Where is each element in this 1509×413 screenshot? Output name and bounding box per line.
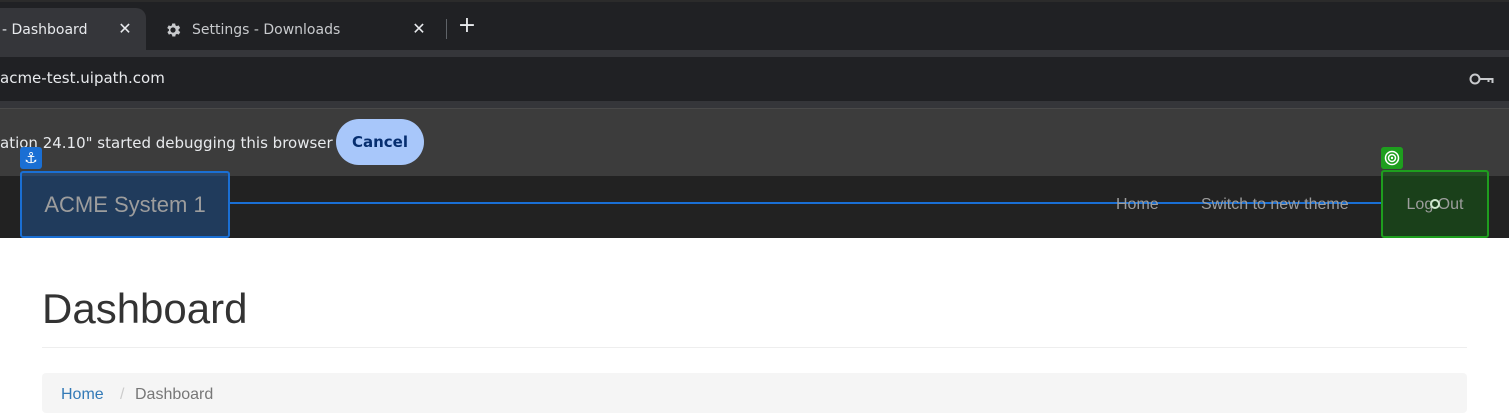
tab-divider [446, 19, 447, 39]
breadcrumb-current: Dashboard [135, 386, 214, 403]
breadcrumb: Home / Dashboard [42, 373, 1467, 413]
target-point-icon [1430, 199, 1440, 209]
address-bar: acme-test.uipath.com [0, 50, 1509, 108]
target-icon [1381, 147, 1403, 169]
close-icon[interactable]: ✕ [410, 20, 428, 38]
close-icon[interactable]: ✕ [116, 20, 134, 38]
tab-settings-downloads[interactable]: Settings - Downloads ✕ [150, 8, 440, 52]
navbar-brand[interactable]: ACME System 1 [20, 171, 230, 238]
new-tab-button[interactable]: + [456, 15, 478, 37]
title-divider [42, 347, 1467, 348]
infobar-message: ation 24.10" started debugging this brow… [0, 134, 333, 152]
nav-link-home[interactable]: Home [1116, 196, 1159, 214]
breadcrumb-home-link[interactable]: Home [61, 386, 104, 404]
browser-tab-strip: - Dashboard ✕ Settings - Downloads ✕ + [0, 0, 1509, 52]
tab-dashboard-label: - Dashboard [2, 22, 88, 38]
breadcrumb-separator: / [120, 386, 125, 403]
url-text[interactable]: acme-test.uipath.com [0, 69, 165, 87]
tab-settings-label: Settings - Downloads [192, 22, 341, 38]
anchor-icon: ⚓ [20, 147, 42, 169]
omnibox[interactable]: acme-test.uipath.com [0, 57, 1509, 101]
tab-dashboard[interactable]: - Dashboard ✕ [0, 8, 146, 52]
password-key-icon[interactable] [1469, 70, 1495, 88]
nav-link-switch-theme[interactable]: Switch to new theme [1201, 196, 1349, 214]
gear-icon [167, 23, 181, 37]
debugging-infobar: ation 24.10" started debugging this brow… [0, 108, 1509, 176]
cancel-button[interactable]: Cancel [336, 119, 424, 165]
page-title: Dashboard [42, 285, 248, 332]
